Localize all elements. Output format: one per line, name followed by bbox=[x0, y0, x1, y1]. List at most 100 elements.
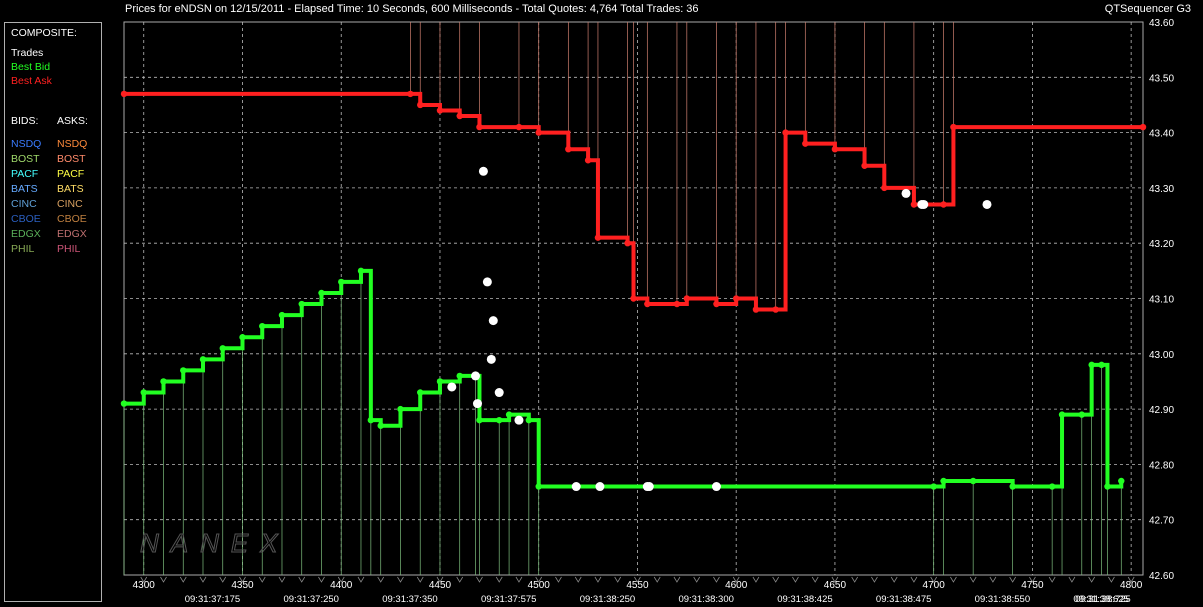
best-bid-point bbox=[338, 278, 345, 286]
x-minor-tick bbox=[792, 576, 799, 583]
x-time-label: 09:31:38:725 bbox=[1075, 594, 1130, 605]
x-minor-tick bbox=[1048, 576, 1056, 583]
x-time-label: 09:31:38:550 bbox=[975, 594, 1030, 605]
y-tick-label: 42.90 bbox=[1149, 405, 1174, 416]
x-minor-tick bbox=[673, 576, 681, 583]
x-minor-tick bbox=[377, 576, 385, 583]
best-ask-point bbox=[772, 306, 779, 313]
x-axis: 4300 435009:31:37:175440009:31:37:2504450… bbox=[133, 576, 1143, 605]
best-bid-point bbox=[476, 416, 483, 424]
best-ask-point bbox=[417, 101, 424, 109]
x-minor-tick bbox=[476, 576, 483, 583]
trade-point bbox=[471, 371, 481, 381]
x-minor-tick bbox=[1088, 576, 1096, 583]
best-bid-point bbox=[1078, 411, 1085, 418]
x-minor-tick bbox=[199, 576, 207, 583]
x-minor-tick bbox=[278, 576, 286, 583]
best-bid-point bbox=[969, 477, 977, 485]
trade-point bbox=[901, 188, 911, 198]
best-bid-point bbox=[397, 405, 404, 413]
x-minor-tick bbox=[258, 576, 266, 583]
best-ask-point bbox=[515, 123, 523, 131]
best-bid-point bbox=[1048, 483, 1056, 490]
x-minor-tick bbox=[614, 576, 622, 583]
y-tick-label: 42.60 bbox=[1149, 571, 1174, 582]
x-time-label: 09:31:37:350 bbox=[382, 594, 437, 605]
x-minor-tick bbox=[653, 576, 661, 583]
price-chart: 43.60 43.50 43.40 43.30 43.20 43.10 43.00 42.90… bbox=[120, 18, 1174, 605]
trade-point bbox=[571, 482, 581, 492]
x-minor-tick bbox=[811, 576, 819, 583]
best-bid-point bbox=[239, 334, 246, 341]
trade-point bbox=[494, 388, 504, 398]
best-ask-point bbox=[120, 90, 128, 98]
best-bid-point bbox=[1009, 483, 1016, 490]
best-ask-point bbox=[630, 295, 637, 302]
best-bid-point bbox=[160, 378, 167, 385]
x-minor-tick bbox=[871, 576, 878, 583]
best-ask-point bbox=[950, 123, 957, 131]
best-bid-point bbox=[120, 400, 128, 407]
x-minor-tick bbox=[495, 576, 503, 583]
best-ask-point bbox=[881, 184, 888, 192]
x-time-label: 09:31:37:175 bbox=[185, 594, 240, 605]
x-minor-tick bbox=[989, 576, 997, 583]
trade-point bbox=[482, 277, 492, 287]
y-axis: 43.60 43.50 43.40 43.30 43.20 43.10 43.00 42.90… bbox=[1149, 18, 1174, 582]
best-ask-point bbox=[831, 145, 839, 153]
x-minor-tick bbox=[693, 576, 701, 583]
x-minor-tick bbox=[160, 576, 167, 583]
x-minor-tick bbox=[890, 576, 898, 583]
best-ask-point bbox=[476, 123, 483, 131]
best-bid-point bbox=[1088, 361, 1095, 369]
best-bid-point bbox=[417, 389, 424, 396]
best-ask-point bbox=[713, 300, 720, 308]
best-ask-point bbox=[456, 112, 463, 120]
trade-point bbox=[711, 482, 721, 492]
best-bid-point bbox=[525, 416, 533, 424]
x-minor-tick bbox=[713, 576, 720, 583]
x-minor-tick bbox=[298, 576, 306, 583]
best-bid-point bbox=[318, 289, 325, 297]
x-minor-tick bbox=[318, 576, 325, 583]
x-minor-tick bbox=[574, 576, 582, 583]
x-minor-tick bbox=[397, 576, 404, 583]
best-bid-point bbox=[436, 378, 444, 385]
x-time-label: 09:31:38:475 bbox=[876, 594, 931, 605]
best-ask-point bbox=[673, 300, 681, 308]
x-time-label: 09:31:37:250 bbox=[283, 594, 338, 605]
best-bid-point bbox=[298, 300, 305, 308]
best-bid-point bbox=[377, 422, 384, 429]
y-tick-label: 43.10 bbox=[1149, 295, 1174, 306]
y-tick-label: 42.70 bbox=[1149, 516, 1174, 527]
best-ask-point bbox=[644, 300, 651, 308]
best-ask-point bbox=[584, 157, 592, 164]
x-minor-tick bbox=[456, 576, 464, 583]
trade-point bbox=[472, 399, 482, 409]
best-ask-point bbox=[1139, 123, 1147, 131]
y-tick-label: 43.30 bbox=[1149, 184, 1174, 195]
best-ask-point bbox=[436, 107, 444, 114]
best-bid-point bbox=[1058, 411, 1066, 418]
best-ask-point bbox=[752, 306, 760, 313]
x-minor-tick bbox=[969, 576, 977, 583]
best-bid-point bbox=[140, 389, 147, 396]
best-ask-point bbox=[594, 234, 602, 241]
best-ask-point bbox=[565, 145, 572, 153]
trade-point bbox=[595, 482, 605, 492]
best-bid-point bbox=[259, 322, 266, 330]
best-bid-point bbox=[199, 356, 207, 363]
best-ask-point bbox=[683, 295, 691, 302]
x-minor-tick bbox=[219, 576, 227, 583]
x-minor-tick bbox=[910, 576, 918, 583]
x-minor-tick bbox=[357, 576, 365, 583]
best-ask-point bbox=[940, 201, 947, 208]
x-minor-tick bbox=[594, 576, 602, 583]
x-time-label: 09:31:38:250 bbox=[580, 594, 635, 605]
trade-point bbox=[644, 482, 654, 492]
best-bid-point bbox=[1104, 483, 1111, 490]
best-ask-point bbox=[535, 129, 542, 136]
y-tick-label: 43.00 bbox=[1149, 350, 1174, 361]
y-tick-label: 42.80 bbox=[1149, 460, 1174, 471]
best-bid-point bbox=[1098, 361, 1105, 369]
